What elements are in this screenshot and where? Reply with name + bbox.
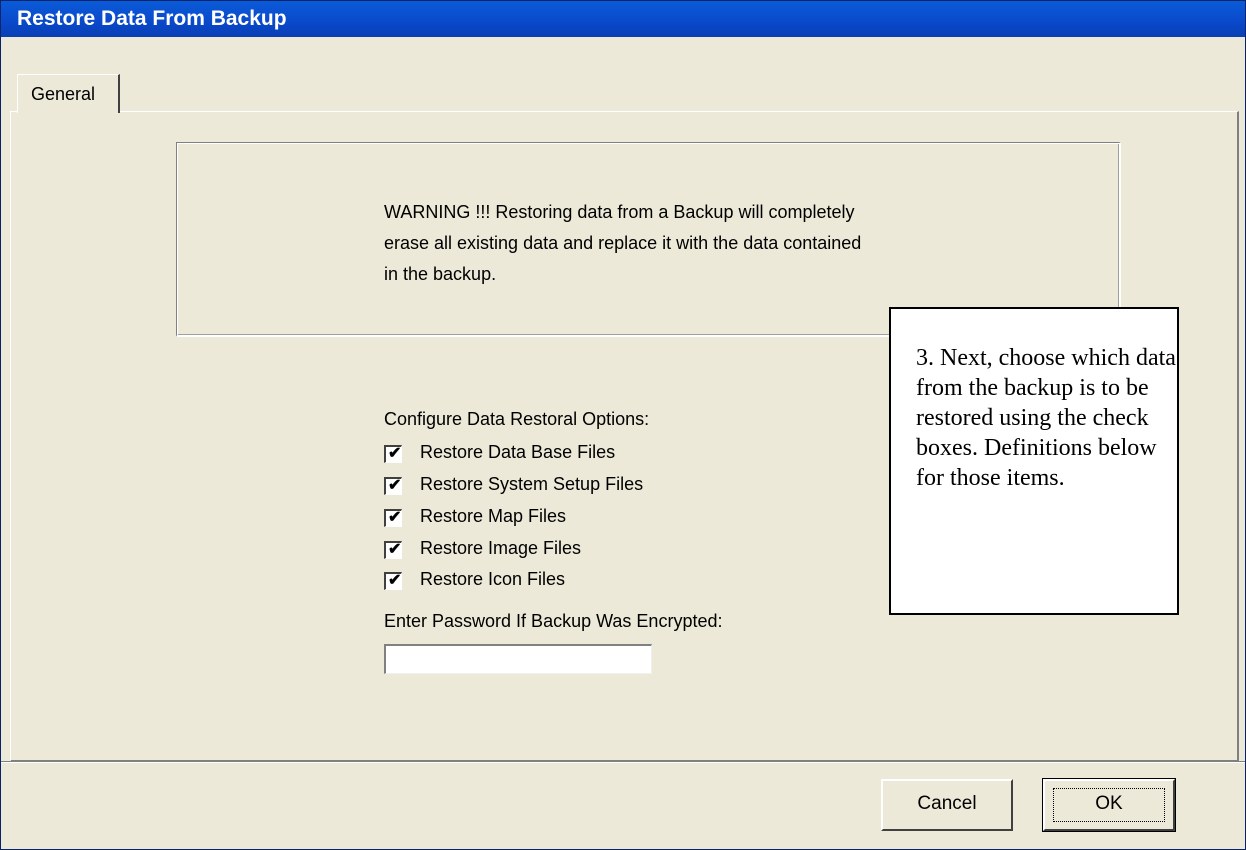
password-label: Enter Password If Backup Was Encrypted: xyxy=(384,611,723,631)
window-title: Restore Data From Backup xyxy=(17,7,287,30)
checkbox-box[interactable]: ✔ xyxy=(384,572,402,590)
checkmark-icon: ✔ xyxy=(388,541,402,558)
checkbox-label: Restore Data Base Files xyxy=(420,442,616,462)
tab-general-label: General xyxy=(31,84,96,104)
checkmark-icon: ✔ xyxy=(388,509,402,526)
password-input[interactable] xyxy=(384,644,652,674)
cancel-button-label: Cancel xyxy=(917,793,977,814)
button-separator xyxy=(1,761,1245,763)
ok-button[interactable]: OK xyxy=(1042,778,1176,832)
checkmark-icon: ✔ xyxy=(388,445,402,462)
ok-button-label: OK xyxy=(1095,793,1123,814)
title-bar[interactable]: Restore Data From Backup xyxy=(1,1,1245,37)
checkbox-label: Restore Map Files xyxy=(420,506,567,526)
cancel-button[interactable]: Cancel xyxy=(881,779,1013,831)
checkbox-box[interactable]: ✔ xyxy=(384,541,402,559)
checkbox-label: Restore Image Files xyxy=(420,538,582,558)
checkbox-box[interactable]: ✔ xyxy=(384,477,402,495)
checkbox-label: Restore System Setup Files xyxy=(420,474,644,494)
warning-message: WARNING !!! Restoring data from a Backup… xyxy=(384,202,862,284)
restore-dialog-window: Restore Data From Backup General WARNING… xyxy=(0,0,1246,850)
restore-options-label: Configure Data Restoral Options: xyxy=(384,409,650,429)
checkbox-box[interactable]: ✔ xyxy=(384,445,402,463)
checkmark-icon: ✔ xyxy=(388,477,402,494)
checkbox-label: Restore Icon Files xyxy=(420,569,566,589)
callout-text: 3. Next, choose which data from the back… xyxy=(916,345,1176,491)
checkbox-box[interactable]: ✔ xyxy=(384,509,402,527)
instruction-callout: 3. Next, choose which data from the back… xyxy=(889,307,1179,615)
tab-general[interactable]: General xyxy=(17,74,120,113)
checkmark-icon: ✔ xyxy=(388,572,402,589)
